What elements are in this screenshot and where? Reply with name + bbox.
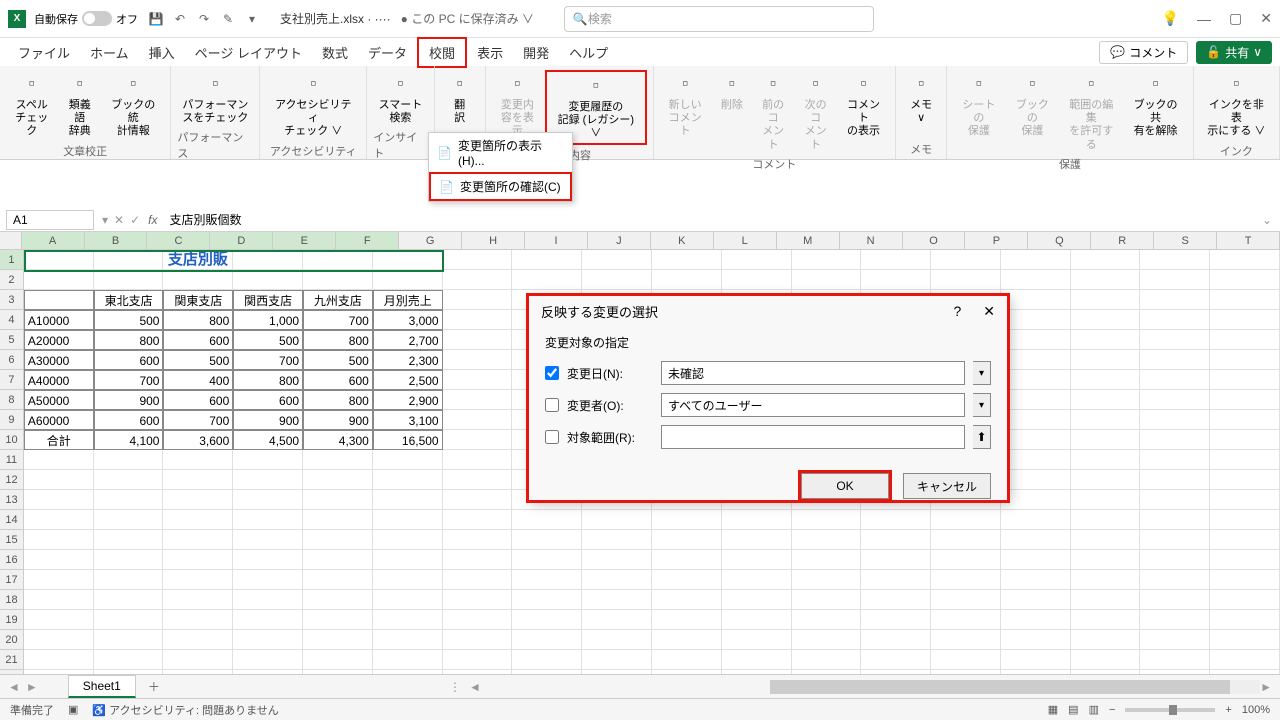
ribbon-新しいコメント: ▫新しいコメント: [660, 70, 711, 141]
close-icon[interactable]: ✕: [1260, 10, 1272, 27]
ribbon-ブックの保護: ▫ブックの保護: [1007, 70, 1058, 141]
dialog-close-icon[interactable]: ✕: [983, 303, 995, 320]
tab-表示[interactable]: 表示: [467, 39, 513, 66]
sheet-tab[interactable]: Sheet1: [68, 675, 136, 698]
expand-formula-icon[interactable]: ⌄: [1262, 213, 1272, 227]
cancel-button[interactable]: キャンセル: [903, 473, 991, 499]
tab-校閲[interactable]: 校閲: [417, 37, 467, 68]
zoom-level[interactable]: 100%: [1242, 704, 1270, 716]
ribbon-範囲の編集を許可: ▫範囲の編集を許可する: [1060, 70, 1122, 154]
where-label: 対象範囲(R):: [567, 429, 653, 446]
formula-bar-row: ▾ ✕ ✓ fx 支店別販個数 ⌄: [0, 208, 1280, 232]
tab-挿入[interactable]: 挿入: [139, 39, 185, 66]
cancel-fx-icon[interactable]: ✕: [114, 213, 124, 227]
share-button[interactable]: 🔓 共有 ∨: [1196, 41, 1272, 64]
ribbon-変更内容を表示: ▫変更内容を表示: [492, 70, 543, 141]
ribbon-ブックの共有を解[interactable]: ▫ブックの共有を解除: [1124, 70, 1186, 141]
dialog-section-label: 変更対象の指定: [545, 334, 991, 351]
page-break-icon[interactable]: ▥: [1089, 703, 1099, 716]
ribbon-スペルチェック[interactable]: ▫スペルチェック: [6, 70, 57, 141]
ribbon-類義語辞典[interactable]: ▫類義語辞典: [59, 70, 100, 141]
dropdown-icon[interactable]: ▾: [102, 213, 108, 227]
sheet-next-icon[interactable]: ►: [26, 680, 38, 694]
undo-icon[interactable]: ↶: [172, 11, 188, 27]
when-label: 変更日(N):: [567, 365, 653, 382]
name-box[interactable]: [6, 210, 94, 230]
who-input[interactable]: [661, 393, 965, 417]
ribbon: ▫スペルチェック▫類義語辞典▫ブックの統計情報文章校正▫パフォーマンスをチェック…: [0, 66, 1280, 160]
track-changes-dropdown: 📄変更箇所の表示(H)...📄変更箇所の確認(C): [428, 132, 573, 202]
fx-icon[interactable]: fx: [148, 213, 157, 227]
sheet-tab-bar: ◄ ► Sheet1 ＋ ⋮ ◄ ►: [0, 674, 1280, 698]
save-icon[interactable]: 💾: [148, 11, 164, 27]
ribbon-メモ∨[interactable]: ▫メモ∨: [902, 70, 940, 127]
page-layout-icon[interactable]: ▤: [1068, 703, 1078, 716]
tab-開発[interactable]: 開発: [513, 39, 559, 66]
tab-数式[interactable]: 数式: [312, 39, 358, 66]
ribbon-削除: ▫削除: [713, 70, 751, 114]
horizontal-scrollbar[interactable]: [770, 680, 1260, 694]
scroll-right-icon[interactable]: ►: [1260, 680, 1272, 694]
menu-item[interactable]: 📄変更箇所の表示(H)...: [429, 133, 572, 172]
when-input[interactable]: [661, 361, 965, 385]
ribbon-インクを非表示に[interactable]: ▫インクを非表示にする ∨: [1200, 70, 1273, 141]
when-dropdown-icon[interactable]: ▾: [973, 361, 991, 385]
where-input[interactable]: [661, 425, 965, 449]
range-select-icon[interactable]: ⬆: [973, 425, 991, 449]
ribbon-シートの保護: ▫シートの保護: [953, 70, 1004, 141]
dialog-title: 反映する変更の選択: [541, 302, 658, 321]
ribbon-前のコメント: ▫前のコメント: [753, 70, 794, 154]
minimize-icon[interactable]: —: [1197, 11, 1211, 27]
formula-bar[interactable]: 支店別販個数: [164, 209, 1262, 230]
where-checkbox[interactable]: [545, 430, 559, 444]
excel-icon: X: [8, 10, 26, 28]
tab-ヘルプ[interactable]: ヘルプ: [559, 39, 618, 66]
help-icon[interactable]: 💡: [1162, 10, 1179, 27]
status-ready: 準備完了: [10, 702, 54, 718]
ribbon-アクセシビリティ[interactable]: ▫アクセシビリティチェック ∨: [266, 70, 360, 141]
tab-ホーム[interactable]: ホーム: [80, 39, 139, 66]
filename: 支社別売上.xlsx · ····: [280, 10, 391, 27]
menu-item[interactable]: 📄変更箇所の確認(C): [429, 172, 572, 201]
comments-button[interactable]: 💬 コメント: [1099, 41, 1188, 64]
tab-ファイル[interactable]: ファイル: [8, 39, 80, 66]
add-sheet-icon[interactable]: ＋: [148, 678, 160, 695]
search-input[interactable]: 🔍 検索: [564, 6, 874, 32]
zoom-out-icon[interactable]: −: [1109, 704, 1115, 716]
tab-ページ レイアウト[interactable]: ページ レイアウト: [185, 39, 312, 66]
confirm-fx-icon[interactable]: ✓: [130, 213, 140, 227]
ribbon-コメントの表示[interactable]: ▫コメントの表示: [838, 70, 889, 141]
who-checkbox[interactable]: [545, 398, 559, 412]
macro-icon[interactable]: ▣: [68, 703, 78, 716]
search-icon: 🔍: [573, 12, 588, 26]
tab-options-icon[interactable]: ⋮: [449, 680, 461, 694]
maximize-icon[interactable]: ▢: [1229, 10, 1242, 27]
brush-icon[interactable]: ✎: [220, 11, 236, 27]
accept-changes-dialog: 反映する変更の選択 ? ✕ 変更対象の指定 変更日(N): ▾ 変更者(O): …: [528, 295, 1008, 501]
ribbon-翻訳[interactable]: ▫翻訳: [441, 70, 479, 127]
menu-tabs: ファイルホーム挿入ページ レイアウト数式データ校閲表示開発ヘルプ 💬 コメント …: [0, 38, 1280, 66]
accessibility-status[interactable]: ♿ アクセシビリティ: 問題ありません: [92, 702, 278, 718]
title-bar: X 自動保存 オフ 💾 ↶ ↷ ✎ ▾ 支社別売上.xlsx · ···· ● …: [0, 0, 1280, 38]
normal-view-icon[interactable]: ▦: [1048, 703, 1058, 716]
ribbon-次のコメント: ▫次のコメント: [795, 70, 836, 154]
redo-icon[interactable]: ↷: [196, 11, 212, 27]
when-checkbox[interactable]: [545, 366, 559, 380]
zoom-in-icon[interactable]: +: [1225, 704, 1231, 716]
zoom-slider[interactable]: [1125, 708, 1215, 712]
qat-more-icon[interactable]: ▾: [244, 11, 260, 27]
sheet-prev-icon[interactable]: ◄: [8, 680, 20, 694]
saved-status[interactable]: ● この PC に保存済み ∨: [401, 10, 534, 27]
ribbon-ブックの統計情報[interactable]: ▫ブックの統計情報: [102, 70, 164, 141]
ribbon-スマート検索[interactable]: ▫スマート検索: [375, 70, 427, 127]
dialog-help-icon[interactable]: ?: [953, 303, 961, 320]
tab-データ[interactable]: データ: [358, 39, 417, 66]
autosave-toggle[interactable]: 自動保存 オフ: [34, 11, 138, 27]
ribbon-パフォーマンスを[interactable]: ▫パフォーマンスをチェック: [178, 70, 252, 127]
ok-button[interactable]: OK: [801, 473, 889, 499]
status-bar: 準備完了 ▣ ♿ アクセシビリティ: 問題ありません ▦ ▤ ▥ − + 100…: [0, 698, 1280, 720]
who-dropdown-icon[interactable]: ▾: [973, 393, 991, 417]
who-label: 変更者(O):: [567, 397, 653, 414]
scroll-left-icon[interactable]: ◄: [469, 680, 481, 694]
